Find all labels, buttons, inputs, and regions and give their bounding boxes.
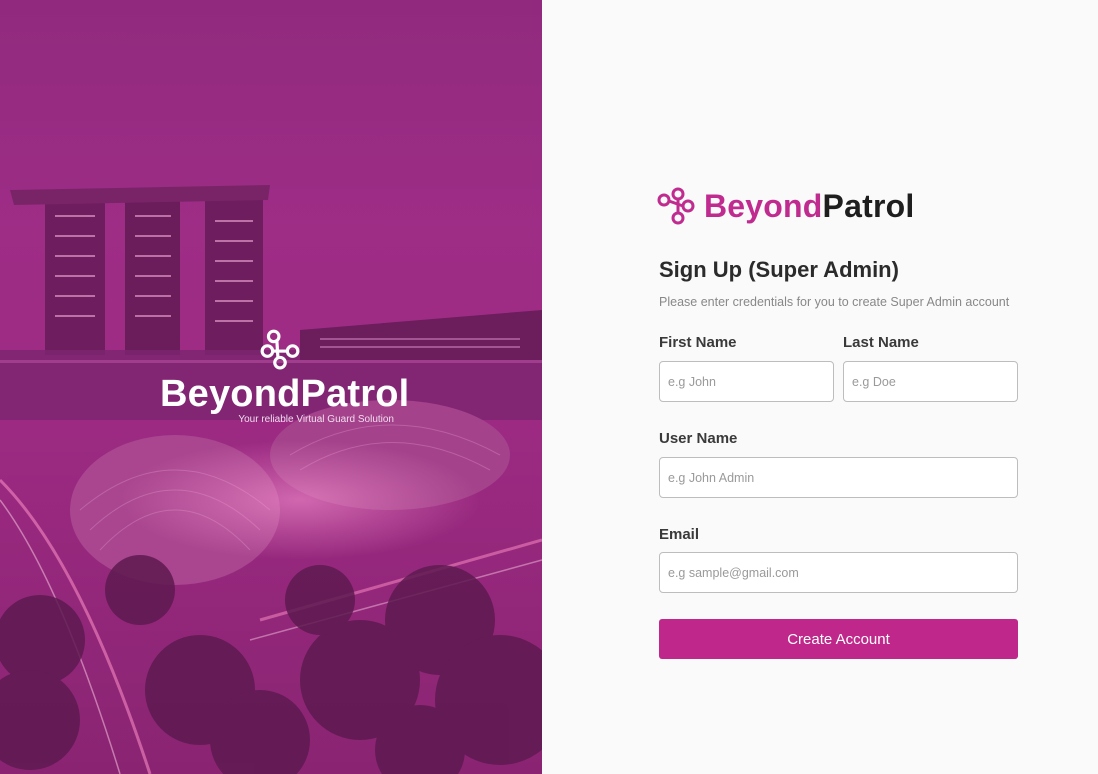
brand-name-beyond: Beyond bbox=[704, 187, 823, 224]
email-input[interactable] bbox=[659, 552, 1018, 593]
page-title: Sign Up (Super Admin) bbox=[659, 257, 899, 282]
last-name-label: Last Name bbox=[843, 334, 919, 351]
email-label: Email bbox=[659, 526, 700, 543]
brand-header: BeyondPatrol bbox=[656, 186, 914, 226]
user-name-input[interactable] bbox=[659, 457, 1018, 498]
hero-brand-name: BeyondPatrol bbox=[160, 373, 410, 415]
first-name-label: First Name bbox=[659, 334, 737, 351]
create-account-button[interactable]: Create Account bbox=[659, 619, 1018, 659]
last-name-input[interactable] bbox=[843, 361, 1018, 402]
network-nodes-icon bbox=[260, 329, 300, 370]
network-nodes-icon bbox=[657, 187, 695, 225]
user-name-label: User Name bbox=[659, 430, 738, 447]
page-subtitle: Please enter credentials for you to crea… bbox=[659, 295, 1010, 309]
first-name-input[interactable] bbox=[659, 361, 834, 402]
hero-tagline: Your reliable Virtual Guard Solution bbox=[238, 414, 394, 425]
brand-name: BeyondPatrol bbox=[704, 188, 914, 225]
hero-brand: BeyondPatrol Your reliable Virtual Guard… bbox=[160, 328, 410, 425]
hero-panel: BeyondPatrol Your reliable Virtual Guard… bbox=[0, 0, 542, 774]
brand-name-patrol: Patrol bbox=[822, 187, 915, 224]
